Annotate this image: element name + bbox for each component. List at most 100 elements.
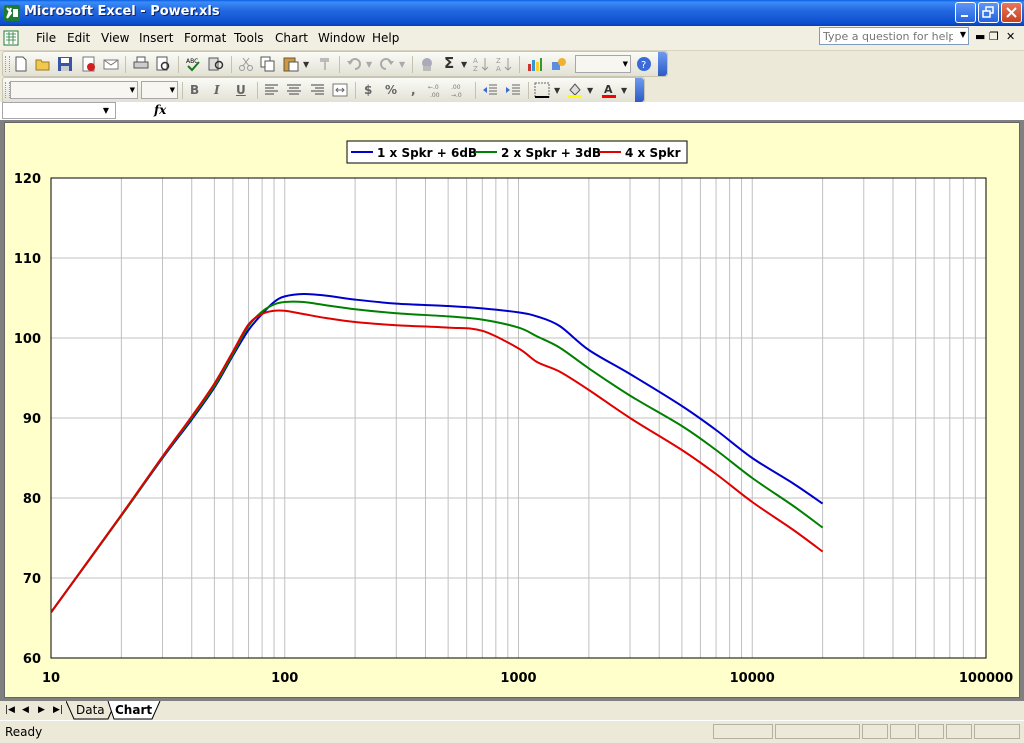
minimize-button[interactable] <box>955 2 976 23</box>
next-sheet-button[interactable]: ▶ <box>38 705 45 715</box>
menu-tools[interactable]: Tools <box>234 31 264 45</box>
chevron-down-icon[interactable]: ▼ <box>103 106 109 115</box>
toolbar-options-button[interactable] <box>635 78 644 102</box>
chevron-down-icon[interactable]: ▼ <box>170 86 175 94</box>
y-tick-label: 110 <box>14 252 41 267</box>
italic-button[interactable]: I <box>214 83 220 97</box>
font-color-dropdown-arrow[interactable]: ▼ <box>621 86 627 95</box>
percent-button[interactable]: % <box>385 83 397 97</box>
first-sheet-button[interactable]: |◀ <box>5 705 15 715</box>
fill-color-dropdown-arrow[interactable]: ▼ <box>587 86 593 95</box>
y-tick-label: 100 <box>14 332 41 347</box>
paste-icon[interactable] <box>283 56 299 72</box>
doc-minimize-button[interactable]: ▬ <box>975 30 985 43</box>
menu-chart[interactable]: Chart <box>275 31 308 45</box>
save-icon[interactable] <box>57 56 73 72</box>
name-box[interactable]: ▼ <box>2 102 116 119</box>
research-icon[interactable] <box>208 56 224 72</box>
toolbar-grip[interactable] <box>5 56 10 72</box>
align-right-icon[interactable] <box>309 82 325 98</box>
chart-legend[interactable]: 1 x Spkr + 6dB 2 x Spkr + 3dB 4 x Spkr <box>346 140 688 164</box>
currency-button[interactable]: $ <box>364 83 372 97</box>
insert-function-icon[interactable]: fx <box>154 103 166 117</box>
excel-app-icon <box>4 5 20 21</box>
last-sheet-button[interactable]: ▶| <box>53 705 63 715</box>
svg-text:←.0: ←.0 <box>428 84 439 91</box>
legend-entry: 2 x Spkr + 3dB <box>501 146 601 160</box>
previous-sheet-button[interactable]: ◀ <box>22 705 29 715</box>
cut-icon[interactable] <box>238 56 254 72</box>
line-chart[interactable]: 10 100 1000 10000 100000 60 70 80 90 100 110 120 1 … <box>5 123 1019 697</box>
redo-icon[interactable] <box>379 56 395 72</box>
workbook-icon[interactable] <box>3 29 21 47</box>
close-button[interactable] <box>1001 2 1022 23</box>
restore-button[interactable] <box>978 2 999 23</box>
sheet-tab-chart[interactable]: Chart <box>105 701 162 719</box>
spelling-icon[interactable]: ABC <box>185 56 201 72</box>
toolbar-options-button[interactable] <box>658 52 667 76</box>
chevron-down-icon[interactable]: ▼ <box>960 30 966 39</box>
svg-text:→.0: →.0 <box>451 92 462 98</box>
paste-dropdown-arrow[interactable]: ▼ <box>303 60 309 69</box>
borders-dropdown-arrow[interactable]: ▼ <box>554 86 560 95</box>
print-icon[interactable] <box>133 56 149 72</box>
minimize-icon <box>961 15 968 17</box>
comma-style-button[interactable]: , <box>411 83 416 97</box>
decrease-indent-icon[interactable] <box>482 82 498 98</box>
restore-icon <box>982 6 994 18</box>
underline-button[interactable]: U <box>236 83 246 97</box>
y-tick-label: 70 <box>23 572 41 587</box>
undo-icon[interactable] <box>346 56 362 72</box>
menu-window[interactable]: Window <box>318 31 365 45</box>
ask-question-box[interactable]: ▼ <box>819 27 969 45</box>
fill-color-icon[interactable] <box>567 82 583 98</box>
chart-area[interactable]: 10 100 1000 10000 100000 60 70 80 90 100 110 120 1 … <box>4 122 1020 698</box>
menu-file[interactable]: File <box>36 31 56 45</box>
decrease-decimal-icon[interactable]: .00→.0 <box>451 82 467 98</box>
align-center-icon[interactable] <box>286 82 302 98</box>
chart-wizard-icon[interactable] <box>527 56 543 72</box>
format-painter-icon[interactable] <box>317 56 333 72</box>
autosum-dropdown-arrow[interactable]: ▼ <box>461 60 467 69</box>
undo-dropdown-arrow[interactable]: ▼ <box>366 60 372 69</box>
borders-icon[interactable] <box>534 82 550 98</box>
x-tick-label: 100000 <box>959 671 1013 686</box>
menu-format[interactable]: Format <box>184 31 226 45</box>
sort-descending-icon[interactable]: ZA <box>496 56 512 72</box>
increase-indent-icon[interactable] <box>505 82 521 98</box>
formula-bar: ▼ fx <box>0 102 1024 121</box>
redo-dropdown-arrow[interactable]: ▼ <box>399 60 405 69</box>
menu-help[interactable]: Help <box>372 31 399 45</box>
font-size-combo[interactable]: ▼ <box>141 81 178 99</box>
menu-edit[interactable]: Edit <box>67 31 90 45</box>
menu-insert[interactable]: Insert <box>139 31 173 45</box>
hyperlink-icon[interactable] <box>419 56 435 72</box>
y-tick-label: 60 <box>23 652 41 667</box>
drawing-icon[interactable] <box>551 56 567 72</box>
zoom-combo[interactable]: ▼ <box>575 55 631 73</box>
permission-icon[interactable] <box>81 56 97 72</box>
help-icon[interactable]: ? <box>636 56 652 72</box>
menu-view[interactable]: View <box>101 31 129 45</box>
chevron-down-icon[interactable]: ▼ <box>130 86 135 94</box>
doc-restore-button[interactable]: ❐ <box>989 30 999 43</box>
y-tick-label: 90 <box>23 412 41 427</box>
doc-close-button[interactable]: ✕ <box>1006 30 1015 43</box>
open-folder-icon[interactable] <box>35 56 51 72</box>
increase-decimal-icon[interactable]: ←.0.00 <box>428 82 444 98</box>
align-left-icon[interactable] <box>264 82 280 98</box>
copy-icon[interactable] <box>260 56 276 72</box>
chevron-down-icon[interactable]: ▼ <box>623 60 628 68</box>
print-preview-icon[interactable] <box>155 56 171 72</box>
font-color-icon[interactable]: A <box>601 82 617 98</box>
merge-center-icon[interactable] <box>332 82 348 98</box>
x-tick-label: 10 <box>42 671 60 686</box>
bold-button[interactable]: B <box>190 83 199 97</box>
ask-question-input[interactable] <box>820 28 956 44</box>
font-name-combo[interactable]: ▼ <box>10 81 138 99</box>
sort-ascending-icon[interactable]: AZ <box>473 56 489 72</box>
autosum-icon[interactable]: Σ <box>444 54 454 72</box>
new-document-icon[interactable] <box>13 56 29 72</box>
legend-entry: 4 x Spkr <box>625 146 681 160</box>
email-icon[interactable] <box>103 56 119 72</box>
